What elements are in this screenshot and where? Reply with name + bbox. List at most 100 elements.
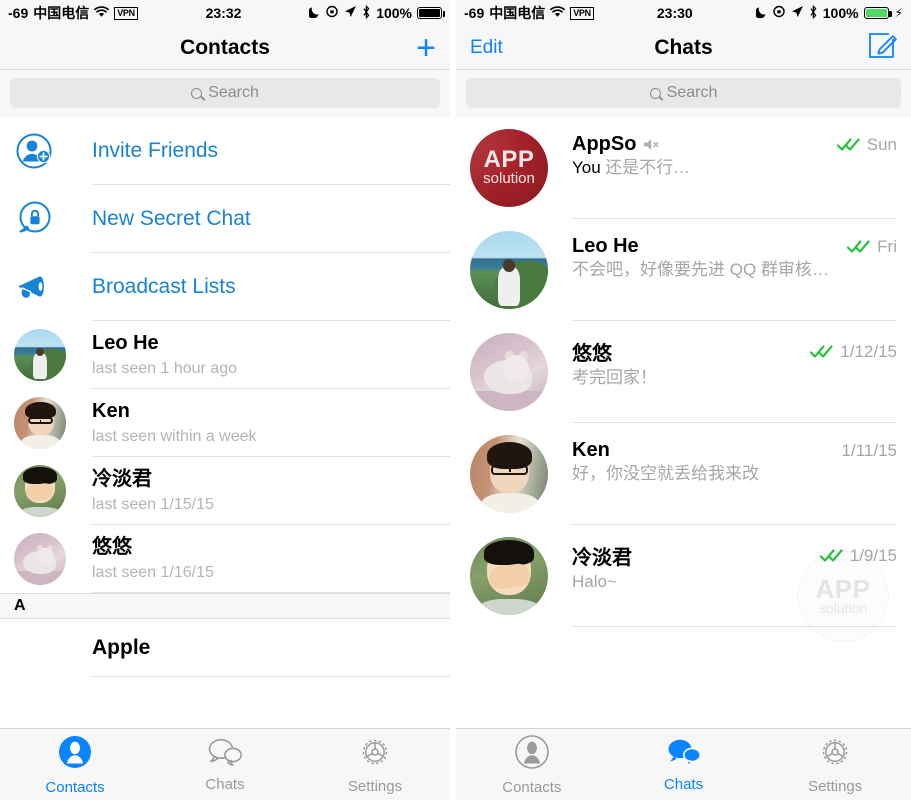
tab-label: Chats <box>663 775 704 793</box>
bluetooth-icon <box>809 4 818 22</box>
read-receipt-double-check-icon <box>819 548 846 563</box>
chat-preview: Halo~ <box>572 572 617 591</box>
tab-bar: Contacts Chats Settings <box>456 728 911 800</box>
action-label: New Secret Chat <box>92 207 251 230</box>
contact-name: Ken <box>92 400 130 422</box>
compose-button[interactable] <box>867 30 897 65</box>
tab-chats[interactable]: Chats <box>608 729 760 800</box>
tab-label: Contacts <box>45 778 105 796</box>
tab-settings[interactable]: Settings <box>759 729 911 800</box>
battery-percent-label: 100% <box>822 5 859 21</box>
plus-icon: + <box>416 28 436 67</box>
tab-contacts[interactable]: Contacts <box>0 729 150 800</box>
clock-label: 23:32 <box>205 5 242 21</box>
action-invite-friends[interactable]: Invite Friends <box>0 117 450 185</box>
megaphone-icon <box>14 267 54 307</box>
chat-row-leo-he[interactable]: Leo He Fri 不会吧，好像要先进 QQ 群审核… <box>456 219 911 321</box>
avatar-text-primary: APP <box>483 146 535 173</box>
bubbles-icon <box>666 737 702 772</box>
row-divider <box>92 592 450 593</box>
avatar <box>470 537 548 615</box>
chat-preview: 还是不行… <box>605 158 691 177</box>
contact-status: last seen 1/15/15 <box>92 496 214 513</box>
chat-row-lengdanjun[interactable]: 冷淡君 1/9/15 Halo~ <box>456 525 911 627</box>
contact-row-youyou[interactable]: 悠悠 last seen 1/16/15 <box>0 525 450 593</box>
chat-row-appso[interactable]: APP solution AppSo Sun You 还是不行… <box>456 117 911 219</box>
status-bar: -69 中国电信 VPN 23:30 100% ⚡ <box>456 0 911 26</box>
battery-percent-label: 100% <box>376 5 412 21</box>
avatar <box>14 465 66 517</box>
tab-chats[interactable]: Chats <box>150 729 300 800</box>
chat-preview: 考完回家！ <box>572 368 657 387</box>
tab-label: Settings <box>347 777 403 795</box>
action-new-secret-chat[interactable]: New Secret Chat <box>0 185 450 253</box>
clock-label: 23:30 <box>656 5 693 21</box>
battery-icon <box>417 7 445 19</box>
signal-strength-label: -69 <box>8 5 29 21</box>
nav-bar: Contacts + <box>0 26 450 70</box>
action-broadcast-lists[interactable]: Broadcast Lists <box>0 253 450 321</box>
avatar <box>14 397 66 449</box>
search-bar-container: Search <box>0 70 450 117</box>
chat-timestamp: 1/11/15 <box>841 440 897 460</box>
do-not-disturb-moon-icon <box>754 5 768 21</box>
person-icon <box>57 734 93 775</box>
tab-contacts[interactable]: Contacts <box>456 729 608 800</box>
read-receipt-double-check-icon <box>836 137 863 152</box>
chat-timestamp: Sun <box>866 134 897 154</box>
wifi-icon <box>94 5 110 21</box>
edit-button[interactable]: Edit <box>470 37 503 59</box>
contact-status: last seen within a week <box>92 428 257 445</box>
contact-row-apple[interactable]: Apple <box>0 619 450 677</box>
rotation-lock-icon <box>773 5 786 21</box>
chats-screen: -69 中国电信 VPN 23:30 100% ⚡ Edit Chats Sea… <box>456 0 911 800</box>
search-icon <box>649 87 661 99</box>
avatar <box>470 435 548 513</box>
contact-name: Leo He <box>92 332 159 354</box>
page-title: Chats <box>654 35 713 59</box>
chat-preview: 不会吧，好像要先进 QQ 群审核… <box>572 260 829 279</box>
dual-screenshot: -69 中国电信 VPN 23:32 100% Contacts + Searc… <box>0 0 911 800</box>
tab-bar: Contacts Chats Settings <box>0 728 450 800</box>
gear-icon <box>358 735 392 774</box>
gear-icon <box>818 735 852 774</box>
row-divider <box>572 626 897 627</box>
add-person-icon <box>14 131 54 171</box>
add-contact-button[interactable]: + <box>416 28 436 67</box>
contact-status: last seen 1 hour ago <box>92 360 237 377</box>
chat-row-ken[interactable]: Ken 1/11/15 好，你没空就丢给我来改 <box>456 423 911 525</box>
status-bar: -69 中国电信 VPN 23:32 100% <box>0 0 450 26</box>
tab-settings[interactable]: Settings <box>300 729 450 800</box>
search-input[interactable]: Search <box>10 78 440 108</box>
avatar: APP solution <box>470 129 548 207</box>
avatar <box>470 333 548 411</box>
carrier-label: 中国电信 <box>33 5 90 21</box>
contact-row-ken[interactable]: Ken last seen within a week <box>0 389 450 457</box>
row-divider <box>92 676 450 677</box>
contact-row-lengdanjun[interactable]: 冷淡君 last seen 1/15/15 <box>0 457 450 525</box>
avatar-text-secondary: solution <box>483 170 535 187</box>
chat-preview: 好，你没空就丢给我来改 <box>572 464 759 483</box>
rotation-lock-icon <box>326 5 339 21</box>
action-label: Broadcast Lists <box>92 275 236 298</box>
search-placeholder: Search <box>208 84 259 101</box>
page-title: Contacts <box>180 35 270 59</box>
search-icon <box>191 87 203 99</box>
contacts-screen: -69 中国电信 VPN 23:32 100% Contacts + Searc… <box>0 0 450 800</box>
vpn-badge: VPN <box>114 6 138 20</box>
bluetooth-icon <box>362 4 371 22</box>
wifi-icon <box>550 5 566 21</box>
avatar <box>14 533 66 585</box>
chat-name: Leo He <box>572 235 639 257</box>
chat-name: 悠悠 <box>572 343 612 365</box>
bubbles-icon <box>207 737 243 772</box>
chat-timestamp: 1/9/15 <box>849 545 897 565</box>
tab-label: Settings <box>808 777 863 795</box>
search-input[interactable]: Search <box>466 78 901 108</box>
chats-list[interactable]: APP solution AppSo Sun You 还是不行… Leo He … <box>456 117 911 728</box>
contacts-list[interactable]: Invite Friends New Secret Chat Broadcast… <box>0 117 450 728</box>
compose-icon <box>867 30 897 65</box>
chat-row-youyou[interactable]: 悠悠 1/12/15 考完回家！ <box>456 321 911 423</box>
read-receipt-double-check-icon <box>847 239 873 254</box>
contact-row-leo-he[interactable]: Leo He last seen 1 hour ago <box>0 321 450 389</box>
